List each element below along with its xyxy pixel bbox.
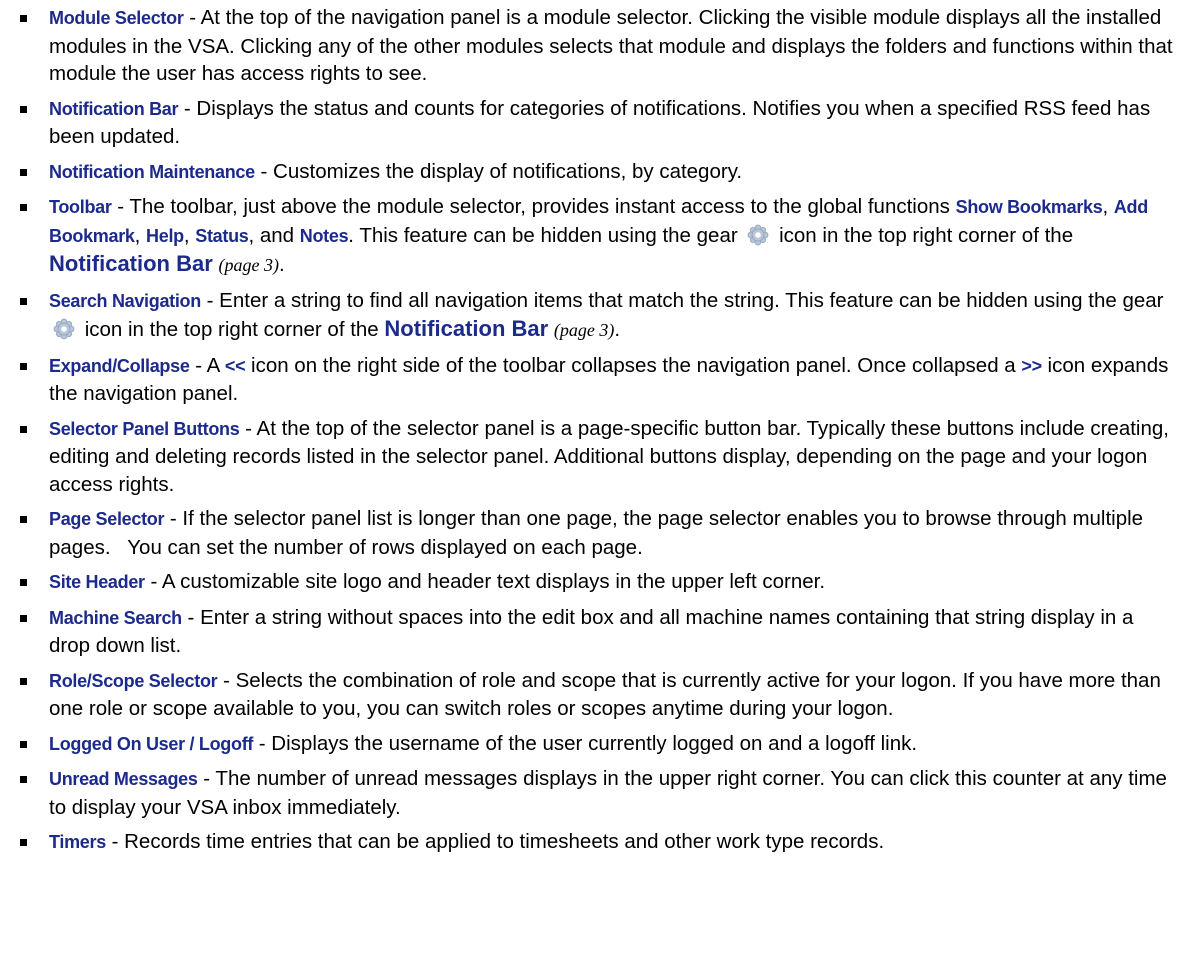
page-reference: (page 3) bbox=[218, 255, 279, 275]
term-module-selector: Module Selector bbox=[49, 8, 184, 28]
term-search-navigation: Search Navigation bbox=[49, 290, 201, 311]
bullet bbox=[20, 362, 27, 370]
description: - The number of unread messages displays… bbox=[49, 767, 1167, 819]
term-role-scope-selector: Role/Scope Selector bbox=[49, 670, 218, 691]
bullet bbox=[20, 168, 27, 176]
bullet bbox=[20, 204, 27, 211]
punctuation: . bbox=[278, 253, 285, 276]
description: - Displays the status and counts for cat… bbox=[49, 96, 1151, 149]
document-page: Module Selector - At the top of the navi… bbox=[0, 0, 1190, 969]
function-help: Help bbox=[146, 225, 184, 246]
description: - A bbox=[189, 353, 225, 377]
bullet bbox=[20, 579, 27, 586]
description: - Customizes the display of notification… bbox=[254, 159, 743, 183]
description: icon in the top right corner of the bbox=[79, 318, 385, 341]
separator: , bbox=[134, 223, 147, 247]
function-show-bookmarks: Show Bookmarks bbox=[955, 197, 1103, 217]
description: - Enter a string without spaces into the… bbox=[49, 605, 1134, 658]
term-unread-messages: Unread Messages bbox=[49, 769, 198, 789]
notification-bar-link[interactable]: Notification Bar bbox=[49, 251, 213, 276]
bullet bbox=[20, 516, 27, 523]
list-item-unread-messages: Unread Messages - The number of unread m… bbox=[0, 765, 1190, 821]
description: - If the selector panel list is longer t… bbox=[49, 507, 1149, 559]
term-notification-bar: Notification Bar bbox=[49, 98, 179, 119]
gear-icon bbox=[747, 224, 769, 246]
bullet bbox=[20, 614, 27, 622]
description: - A customizable site logo and header te… bbox=[144, 570, 826, 593]
list-item-search-navigation: Search Navigation - Enter a string to fi… bbox=[0, 287, 1190, 345]
function-notes: Notes bbox=[299, 225, 349, 246]
notification-bar-link[interactable]: Notification Bar bbox=[384, 316, 548, 341]
description: icon in the top right corner of the bbox=[773, 223, 1074, 247]
bullet bbox=[20, 297, 27, 305]
term-selector-panel-buttons: Selector Panel Buttons bbox=[49, 418, 240, 439]
list-item-notification-bar: Notification Bar - Displays the status a… bbox=[0, 95, 1190, 151]
list-item-page-selector: Page Selector - If the selector panel li… bbox=[0, 505, 1190, 561]
feature-list: Module Selector - At the top of the navi… bbox=[0, 0, 1190, 857]
description: - Enter a string to find all navigation … bbox=[200, 288, 1164, 312]
punctuation: . bbox=[614, 318, 621, 341]
bullet bbox=[20, 105, 27, 113]
description: - At the top of the navigation panel is … bbox=[49, 6, 1173, 85]
term-machine-search: Machine Search bbox=[49, 607, 182, 628]
list-item-module-selector: Module Selector - At the top of the navi… bbox=[0, 4, 1190, 88]
collapse-symbol: << bbox=[224, 355, 246, 376]
list-item-notification-maintenance: Notification Maintenance - Customizes th… bbox=[0, 158, 1190, 187]
term-expand-collapse: Expand/Collapse bbox=[49, 355, 190, 376]
bullet bbox=[20, 776, 27, 783]
list-item-machine-search: Machine Search - Enter a string without … bbox=[0, 604, 1190, 660]
list-item-selector-panel-buttons: Selector Panel Buttons - At the top of t… bbox=[0, 415, 1190, 499]
description: . This feature can be hidden using the g… bbox=[348, 223, 744, 247]
page-reference: (page 3) bbox=[553, 320, 615, 340]
separator: , and bbox=[248, 223, 300, 247]
list-item-role-scope-selector: Role/Scope Selector - Selects the combin… bbox=[0, 667, 1190, 723]
list-item-site-header: Site Header - A customizable site logo a… bbox=[0, 568, 1190, 597]
list-item-logged-on-user: Logged On User / Logoff - Displays the u… bbox=[0, 730, 1190, 759]
term-notification-maintenance: Notification Maintenance bbox=[49, 161, 255, 182]
expand-symbol: >> bbox=[1021, 355, 1042, 376]
bullet bbox=[20, 677, 27, 685]
term-logged-on-user: Logged On User / Logoff bbox=[49, 733, 254, 754]
description: - The toolbar, just above the module sel… bbox=[111, 195, 956, 218]
description: - Displays the username of the user curr… bbox=[253, 731, 918, 755]
description: icon on the right side of the toolbar co… bbox=[245, 353, 1022, 377]
list-item-expand-collapse: Expand/Collapse - A << icon on the right… bbox=[0, 352, 1190, 408]
list-item-timers: Timers - Records time entries that can b… bbox=[0, 828, 1190, 857]
description: - Records time entries that can be appli… bbox=[105, 830, 885, 853]
separator: , bbox=[183, 223, 196, 247]
term-toolbar: Toolbar bbox=[49, 197, 112, 217]
function-status: Status bbox=[195, 225, 249, 246]
bullet bbox=[20, 425, 27, 433]
bullet bbox=[20, 839, 27, 846]
bullet bbox=[20, 15, 27, 22]
term-page-selector: Page Selector bbox=[49, 509, 165, 529]
gear-icon bbox=[53, 318, 75, 340]
list-item-toolbar: Toolbar - The toolbar, just above the mo… bbox=[0, 193, 1190, 280]
term-site-header: Site Header bbox=[49, 572, 145, 592]
term-timers: Timers bbox=[49, 832, 106, 852]
separator: , bbox=[1102, 195, 1114, 218]
bullet bbox=[20, 740, 27, 748]
